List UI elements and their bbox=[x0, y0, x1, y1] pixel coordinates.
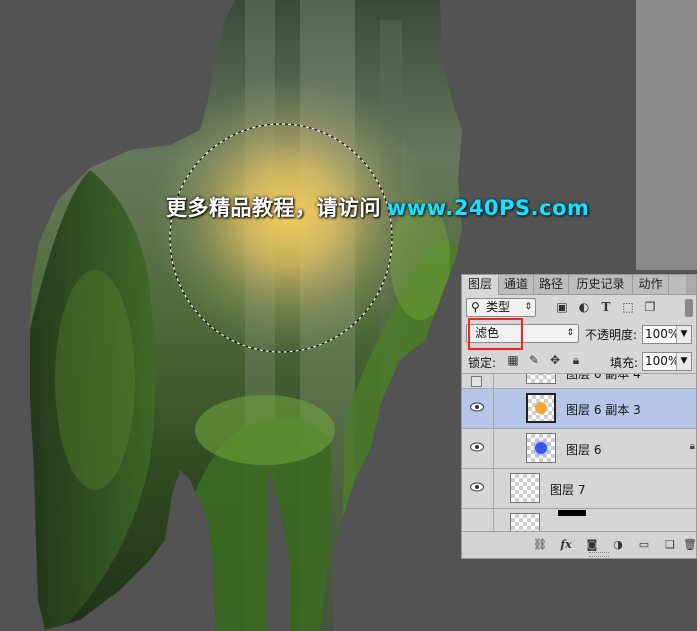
updown-arrow-icon: ⇕ bbox=[524, 302, 532, 312]
visibility-empty-box[interactable] bbox=[471, 376, 482, 387]
layer-thumbnail bbox=[526, 393, 556, 423]
fill-label: 填充: bbox=[610, 356, 639, 370]
layer-row[interactable]: 图层 7 bbox=[462, 469, 696, 509]
visibility-toggle[interactable] bbox=[462, 429, 494, 468]
panel-footer: ⛓ fx ◙ ◑ ▭ ❏ 🗑︎ bbox=[462, 531, 697, 558]
layer-row[interactable]: 图层 6 副本 4 🔒︎ bbox=[462, 374, 696, 389]
delete-layer-icon[interactable]: 🗑︎ bbox=[682, 537, 697, 553]
layer-name[interactable]: 图层 7 bbox=[550, 481, 585, 498]
chevron-down-icon[interactable]: ▼ bbox=[676, 353, 691, 370]
lock-move-icon[interactable]: ✥ bbox=[548, 353, 562, 367]
tab-layers[interactable]: 图层 bbox=[462, 275, 499, 295]
annotation-highlight-box bbox=[468, 318, 523, 350]
filter-kind-label: 类型 bbox=[486, 300, 511, 314]
opacity-value: 100% bbox=[645, 327, 680, 341]
lock-row: 锁定: ▦ ✎ ✥ 🔒︎ 填充: 100% ▼ bbox=[462, 349, 696, 373]
layer-list[interactable]: 图层 6 副本 4 🔒︎ 图层 6 副本 3 图层 6 🔒︎ 图层 bbox=[462, 373, 696, 533]
lock-label: 锁定: bbox=[468, 356, 497, 370]
layer-thumbnail bbox=[526, 374, 556, 384]
eye-icon[interactable] bbox=[470, 442, 484, 452]
lock-icon: 🔒︎ bbox=[690, 374, 695, 376]
new-adjustment-icon[interactable]: ◑ bbox=[610, 537, 626, 553]
layer-row-selected[interactable]: 图层 6 副本 3 bbox=[462, 389, 696, 429]
type-filter-icon[interactable]: T bbox=[598, 299, 614, 315]
lock-icon: 🔒︎ bbox=[689, 441, 695, 452]
lock-all-icon[interactable]: 🔒︎ bbox=[569, 353, 583, 367]
panel-menu-grip[interactable] bbox=[686, 275, 696, 294]
tab-history[interactable]: 历史记录 bbox=[569, 275, 633, 294]
layer-thumbnail bbox=[510, 473, 540, 503]
updown-arrow-icon: ⇕ bbox=[566, 328, 574, 338]
filter-toggle-switch[interactable] bbox=[685, 299, 693, 317]
watermark: 更多精品教程，请访问 www.240PS.com bbox=[166, 192, 589, 222]
new-layer-icon[interactable]: ❏ bbox=[662, 537, 678, 553]
fx-icon[interactable]: fx bbox=[558, 537, 574, 553]
smart-object-filter-icon[interactable]: ❐ bbox=[642, 299, 658, 315]
orange-dot bbox=[535, 402, 547, 414]
lock-brush-icon[interactable]: ✎ bbox=[527, 353, 541, 367]
visibility-toggle[interactable] bbox=[462, 469, 494, 508]
add-mask-icon[interactable]: ◙ bbox=[584, 537, 600, 553]
tab-channels[interactable]: 通道 bbox=[499, 275, 534, 294]
image-filter-icon[interactable]: ▣ bbox=[554, 299, 570, 315]
orange-dot bbox=[535, 374, 547, 375]
eye-icon[interactable] bbox=[470, 402, 484, 412]
link-layers-icon[interactable]: ⛓ bbox=[532, 537, 548, 553]
panel-resize-grip[interactable] bbox=[589, 552, 609, 557]
search-icon: ⚲ bbox=[471, 300, 480, 314]
visibility-toggle[interactable] bbox=[462, 389, 494, 428]
layer-name[interactable]: 图层 6 bbox=[566, 441, 601, 458]
fill-field[interactable]: 100% ▼ bbox=[642, 352, 692, 371]
chevron-down-icon[interactable]: ▼ bbox=[676, 326, 691, 343]
adjustment-filter-icon[interactable]: ◐ bbox=[576, 299, 592, 315]
opacity-label: 不透明度: bbox=[585, 328, 638, 342]
layer-name[interactable]: 图层 6 副本 4 bbox=[566, 374, 641, 382]
layer-row[interactable] bbox=[462, 509, 696, 533]
visibility-toggle[interactable] bbox=[462, 374, 494, 388]
layer-thumbnail bbox=[510, 513, 540, 533]
layers-panel: 图层 通道 路径 历史记录 动作 ⚲ 类型 ⇕ ▣ ◐ T ⬚ ❐ 滤色 ⇕ 不… bbox=[461, 274, 697, 559]
layer-name[interactable]: 图层 6 副本 3 bbox=[566, 401, 641, 418]
layer-thumbnail bbox=[526, 433, 556, 463]
shape-filter-icon[interactable]: ⬚ bbox=[620, 299, 636, 315]
new-group-icon[interactable]: ▭ bbox=[636, 537, 652, 553]
tab-actions[interactable]: 动作 bbox=[633, 275, 669, 294]
eye-icon[interactable] bbox=[470, 482, 484, 492]
layer-row[interactable]: 图层 6 🔒︎ bbox=[462, 429, 696, 469]
panel-tabs: 图层 通道 路径 历史记录 动作 bbox=[462, 275, 696, 295]
blue-dot bbox=[535, 442, 547, 454]
black-layer-thumbnail bbox=[558, 510, 586, 516]
visibility-toggle[interactable] bbox=[462, 509, 494, 533]
opacity-field[interactable]: 100% ▼ bbox=[642, 325, 692, 344]
filter-kind-select[interactable]: ⚲ 类型 ⇕ bbox=[466, 298, 536, 317]
watermark-url: www.240PS.com bbox=[387, 196, 590, 220]
tab-paths[interactable]: 路径 bbox=[534, 275, 569, 294]
fill-value: 100% bbox=[645, 354, 680, 368]
watermark-text: 更多精品教程，请访问 bbox=[166, 196, 381, 220]
lock-transparent-icon[interactable]: ▦ bbox=[506, 353, 520, 367]
